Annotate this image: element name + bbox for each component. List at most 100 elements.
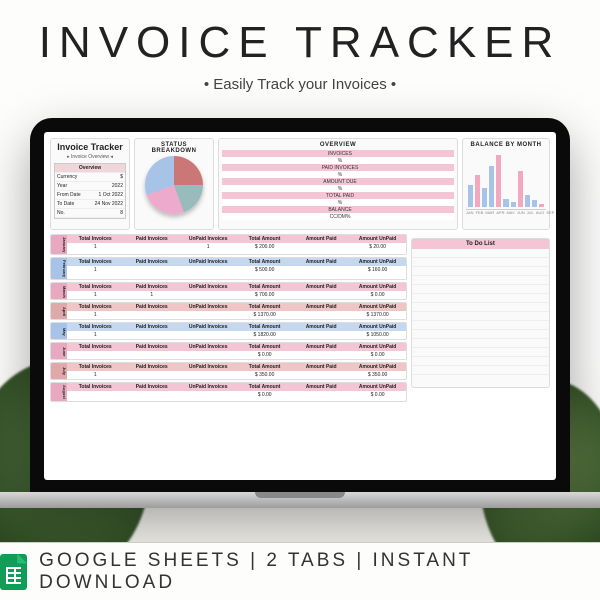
month-row-march: March Total InvoicesPaid InvoicesUnPaid …	[50, 282, 407, 300]
bar-label: SEP	[546, 210, 554, 215]
month-row-july: July Total InvoicesPaid InvoicesUnPaid I…	[50, 362, 407, 380]
todo-row[interactable]	[412, 258, 549, 267]
overview-row: Year2022	[55, 182, 125, 191]
bar-label: AUG	[536, 210, 545, 215]
todo-row[interactable]	[412, 339, 549, 348]
bar	[525, 195, 530, 207]
dashboard-top-row: Invoice Tracker ▸ Invoice Overview ◂ Ove…	[50, 138, 550, 230]
todo-row[interactable]	[412, 321, 549, 330]
bar	[496, 155, 501, 207]
pie-chart	[145, 156, 203, 214]
overview-link[interactable]: ▸ Invoice Overview ◂	[54, 154, 126, 160]
balance-panel: BALANCE BY MONTH JANFEBMARAPRMAYJUNJULAU…	[462, 138, 550, 230]
status-panel: STATUS BREAKDOWN	[134, 138, 214, 230]
bar	[503, 199, 508, 207]
overview-item: INVOICES	[226, 151, 454, 157]
bar-label: JAN	[466, 210, 474, 215]
month-tab[interactable]: June	[51, 343, 67, 359]
month-values: 11$ 200.00$ 20.00	[67, 243, 406, 251]
product-mockup: INVOICE TRACKER • Easily Track your Invo…	[0, 0, 600, 600]
todo-row[interactable]	[412, 366, 549, 375]
overview-panel: OVERVIEW INVOICES%PAID INVOICES%AMOUNT D…	[218, 138, 458, 230]
bar-label: MAR	[485, 210, 494, 215]
google-sheets-icon	[0, 554, 27, 590]
month-tab[interactable]: April	[51, 303, 67, 319]
todo-row[interactable]	[412, 348, 549, 357]
months-column: January Total InvoicesPaid InvoicesUnPai…	[50, 234, 407, 404]
bar	[475, 175, 480, 207]
month-tab[interactable]: August	[51, 383, 67, 401]
todo-title: To Do List	[412, 239, 549, 249]
month-headers: Total InvoicesPaid InvoicesUnPaid Invoic…	[67, 363, 406, 371]
overview-row: From Date1 Oct 2022	[55, 191, 125, 200]
month-tab[interactable]: February	[51, 258, 67, 279]
overview-item: PAID INVOICES	[226, 165, 454, 171]
overview-stripes: INVOICES%PAID INVOICES%AMOUNT DUE%TOTAL …	[222, 150, 454, 220]
title-banner: INVOICE TRACKER • Easily Track your Invo…	[0, 0, 600, 130]
todo-row[interactable]	[412, 276, 549, 285]
bar-labels: JANFEBMARAPRMAYJUNJULAUGSEPOCTDEC	[466, 210, 546, 215]
todo-row[interactable]	[412, 357, 549, 366]
todo-row[interactable]	[412, 294, 549, 303]
month-values: 1$ 1820.00$ 1050.00	[67, 331, 406, 339]
month-headers: Total InvoicesPaid InvoicesUnPaid Invoic…	[67, 303, 406, 311]
todo-panel: To Do List	[411, 238, 550, 388]
product-title: INVOICE TRACKER	[0, 18, 600, 68]
month-tab[interactable]: March	[51, 283, 67, 299]
month-headers: Total InvoicesPaid InvoicesUnPaid Invoic…	[67, 235, 406, 243]
laptop-mockup: Invoice Tracker ▸ Invoice Overview ◂ Ove…	[0, 118, 600, 548]
todo-row[interactable]	[412, 267, 549, 276]
todo-row[interactable]	[412, 330, 549, 339]
footer-text: GOOGLE SHEETS | 2 TABS | INSTANT DOWNLOA…	[39, 550, 600, 594]
bar	[511, 202, 516, 208]
month-values: 1$ 1370.00$ 1370.00	[67, 311, 406, 319]
month-row-january: January Total InvoicesPaid InvoicesUnPai…	[50, 234, 407, 255]
overview-row: To Date24 Nov 2022	[55, 200, 125, 209]
overview-item: %	[226, 200, 454, 206]
overview-item: TOTAL PAID	[226, 193, 454, 199]
bar	[468, 185, 473, 207]
bar-label: JUN	[517, 210, 525, 215]
month-row-april: April Total InvoicesPaid InvoicesUnPaid …	[50, 302, 407, 320]
month-headers: Total InvoicesPaid InvoicesUnPaid Invoic…	[67, 323, 406, 331]
dashboard-body: January Total InvoicesPaid InvoicesUnPai…	[50, 234, 550, 404]
bar	[518, 171, 523, 207]
month-values: $ 0.00$ 0.00	[67, 391, 406, 399]
balance-title: BALANCE BY MONTH	[466, 142, 546, 148]
overview-row: No.8	[55, 209, 125, 218]
overview-title: OVERVIEW	[222, 142, 454, 148]
overview-item: %	[226, 158, 454, 164]
overview-header: Overview	[55, 164, 125, 173]
month-row-august: August Total InvoicesPaid InvoicesUnPaid…	[50, 382, 407, 402]
month-values: $ 0.00$ 0.00	[67, 351, 406, 359]
overview-item: %	[226, 172, 454, 178]
month-tab[interactable]: January	[51, 235, 67, 254]
month-headers: Total InvoicesPaid InvoicesUnPaid Invoic…	[67, 343, 406, 351]
bar-label: MAY	[506, 210, 514, 215]
month-values: 1$ 350.00$ 350.00	[67, 371, 406, 379]
tracker-info-panel: Invoice Tracker ▸ Invoice Overview ◂ Ove…	[50, 138, 130, 230]
bar-chart	[466, 150, 546, 210]
month-row-february: February Total InvoicesPaid InvoicesUnPa…	[50, 257, 407, 280]
bar	[532, 200, 537, 207]
overview-item: %	[226, 186, 454, 192]
month-tab[interactable]: May	[51, 323, 67, 339]
month-values: 11$ 700.00$ 0.00	[67, 291, 406, 299]
spreadsheet-screen: Invoice Tracker ▸ Invoice Overview ◂ Ove…	[44, 132, 556, 480]
month-headers: Total InvoicesPaid InvoicesUnPaid Invoic…	[67, 258, 406, 266]
footer-banner: GOOGLE SHEETS | 2 TABS | INSTANT DOWNLOA…	[0, 542, 600, 600]
bar	[489, 166, 494, 207]
tracker-heading: Invoice Tracker	[54, 142, 126, 152]
month-tab[interactable]: July	[51, 363, 67, 379]
laptop-bezel: Invoice Tracker ▸ Invoice Overview ◂ Ove…	[30, 118, 570, 498]
month-headers: Total InvoicesPaid InvoicesUnPaid Invoic…	[67, 383, 406, 391]
todo-row[interactable]	[412, 249, 549, 258]
month-row-june: June Total InvoicesPaid InvoicesUnPaid I…	[50, 342, 407, 360]
bar-label: JUL	[527, 210, 534, 215]
todo-row[interactable]	[412, 312, 549, 321]
todo-row[interactable]	[412, 285, 549, 294]
overview-row: Currency$	[55, 173, 125, 182]
product-subtitle: • Easily Track your Invoices •	[0, 76, 600, 93]
todo-row[interactable]	[412, 303, 549, 312]
month-row-may: May Total InvoicesPaid InvoicesUnPaid In…	[50, 322, 407, 340]
